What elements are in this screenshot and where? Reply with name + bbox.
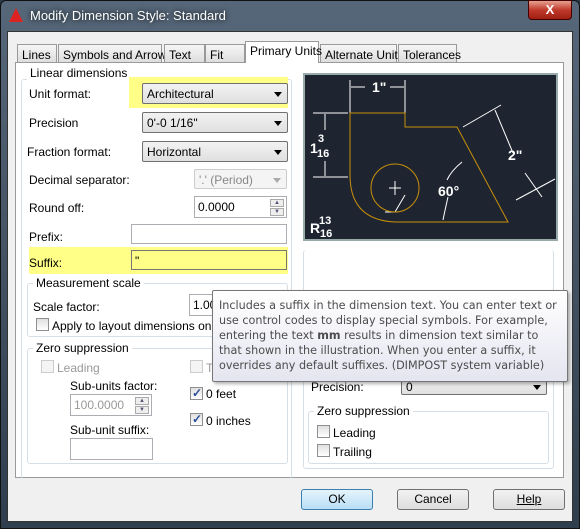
angular-trailing-checkbox[interactable] bbox=[317, 444, 330, 457]
decimal-separator-dropdown[interactable]: '.' (Period) bbox=[194, 169, 287, 189]
prefix-label: Prefix: bbox=[29, 230, 64, 244]
ok-button[interactable]: OK bbox=[301, 489, 373, 510]
preview-dim-top: 1" bbox=[372, 79, 386, 95]
tab-alternate-units[interactable]: Alternate Units bbox=[320, 44, 404, 63]
suffix-input[interactable]: " bbox=[131, 250, 287, 270]
preview-radius-den: 16 bbox=[320, 228, 332, 239]
zero-inches-checkbox[interactable] bbox=[190, 412, 203, 426]
subunit-suffix-label: Sub-unit suffix: bbox=[70, 423, 150, 437]
close-button[interactable]: X bbox=[528, 0, 572, 20]
suffix-tooltip: Includes a suffix in the dimension text.… bbox=[212, 290, 568, 382]
preview-geometry bbox=[349, 112, 509, 223]
round-off-label: Round off: bbox=[29, 201, 85, 215]
help-button[interactable]: Help bbox=[493, 489, 565, 510]
subunits-factor-value: 100.0000 bbox=[74, 398, 125, 412]
dimension-preview: 1" 1 3 16 2" 60° R 13 16 bbox=[303, 73, 558, 241]
chevron-down-icon bbox=[274, 121, 282, 126]
prefix-input[interactable] bbox=[131, 224, 287, 244]
precision-label: Precision bbox=[29, 116, 79, 130]
unit-format-value: Architectural bbox=[147, 87, 214, 101]
tab-symbols-and-arrows[interactable]: Symbols and Arrows bbox=[58, 44, 172, 63]
spin-up-icon[interactable]: ▲ bbox=[270, 199, 284, 207]
precision-value: 0'-0 1/16" bbox=[147, 116, 198, 130]
cancel-button[interactable]: Cancel bbox=[397, 489, 469, 510]
fraction-format-dropdown[interactable]: Horizontal bbox=[142, 141, 288, 162]
apply-layout-label: Apply to layout dimensions only bbox=[52, 319, 221, 333]
angular-zero-suppression-label: Zero suppression bbox=[314, 404, 413, 418]
preview-dim-left-den: 16 bbox=[317, 148, 329, 160]
tab-primary-units[interactable]: Primary Units bbox=[245, 41, 322, 63]
preview-angle: 60° bbox=[438, 183, 459, 199]
linear-dimensions-label: Linear dimensions bbox=[27, 66, 131, 80]
scale-factor-label: Scale factor: bbox=[33, 300, 100, 314]
preview-drawing: 1" 1 3 16 2" 60° R 13 16 bbox=[310, 79, 556, 240]
precision-dropdown[interactable]: 0'-0 1/16" bbox=[142, 112, 288, 133]
angular-leading-label: Leading bbox=[333, 426, 376, 440]
leading-label: Leading bbox=[57, 361, 100, 375]
tab-tolerances[interactable]: Tolerances bbox=[398, 44, 461, 63]
angular-leading-checkbox[interactable] bbox=[317, 425, 330, 438]
autocad-app-icon bbox=[9, 8, 23, 22]
chevron-down-icon bbox=[274, 150, 282, 155]
apply-layout-checkbox[interactable] bbox=[36, 318, 49, 331]
preview-radius-num: 13 bbox=[319, 215, 331, 227]
tab-lines[interactable]: Lines bbox=[17, 44, 57, 63]
spin-down-icon[interactable]: ▼ bbox=[270, 208, 284, 216]
unit-format-label: Unit format: bbox=[29, 87, 92, 101]
trailing-checkbox[interactable] bbox=[190, 360, 203, 373]
tooltip-text-bold: mm bbox=[317, 329, 341, 342]
decimal-separator-value: '.' (Period) bbox=[199, 173, 253, 187]
zero-feet-label: 0 feet bbox=[206, 387, 237, 401]
spin-up-icon[interactable]: ▲ bbox=[135, 397, 149, 405]
preview-dim-left-num: 3 bbox=[318, 133, 324, 145]
unit-format-dropdown[interactable]: Architectural bbox=[142, 83, 288, 104]
window-title: Modify Dimension Style: Standard bbox=[30, 8, 226, 23]
round-off-input[interactable]: 0.0000 ▲ ▼ bbox=[194, 196, 287, 218]
angular-precision-value: 0 bbox=[406, 380, 413, 394]
zero-inches-label: 0 inches bbox=[206, 414, 251, 428]
fraction-format-value: Horizontal bbox=[147, 145, 202, 159]
subunits-factor-input[interactable]: 100.0000 ▲ ▼ bbox=[70, 394, 152, 416]
preview-dim-right: 2" bbox=[508, 147, 522, 163]
tab-fit[interactable]: Fit bbox=[205, 44, 245, 63]
angular-precision-label: Precision: bbox=[311, 380, 364, 394]
decimal-separator-label: Decimal separator: bbox=[29, 173, 130, 187]
round-off-value: 0.0000 bbox=[198, 200, 235, 214]
leading-checkbox[interactable] bbox=[41, 360, 54, 373]
chevron-down-icon bbox=[274, 92, 282, 97]
chevron-down-icon bbox=[533, 385, 541, 390]
suffix-label: Suffix: bbox=[29, 256, 63, 270]
measurement-scale-label: Measurement scale bbox=[33, 276, 144, 290]
subunit-suffix-input[interactable] bbox=[70, 438, 153, 460]
angular-trailing-label: Trailing bbox=[333, 445, 372, 459]
chevron-down-icon bbox=[273, 178, 281, 183]
tab-text[interactable]: Text bbox=[164, 44, 205, 63]
zero-suppression-label: Zero suppression bbox=[33, 341, 132, 355]
subunits-factor-label: Sub-units factor: bbox=[70, 379, 158, 393]
fraction-format-label: Fraction format: bbox=[27, 145, 112, 159]
zero-feet-checkbox[interactable] bbox=[190, 386, 203, 400]
spin-down-icon[interactable]: ▼ bbox=[135, 406, 149, 414]
